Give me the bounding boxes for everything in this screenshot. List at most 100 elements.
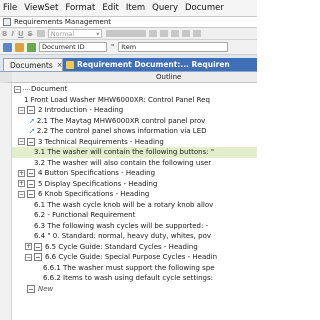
menu-bar: File ViewSet Format Edit Item Query Docu… bbox=[0, 0, 257, 16]
item-field[interactable]: Item bbox=[118, 42, 229, 52]
expand-icon[interactable]: + bbox=[18, 180, 25, 188]
outline-row[interactable]: 3.2 The washer will also contain the fol… bbox=[12, 158, 257, 169]
outline-tree: − Document 1 Front Load Washer MHW6000XR… bbox=[12, 83, 257, 320]
outline-row-text: 3.2 The washer will also contain the fol… bbox=[34, 158, 212, 167]
outline-row-document[interactable]: − Document bbox=[12, 84, 257, 95]
outline-row[interactable]: 1 Front Load Washer MHW6000XR: Control P… bbox=[12, 95, 257, 106]
outline-row[interactable]: − 6.6 Cycle Guide: Special Purpose Cycle… bbox=[12, 252, 257, 263]
outline-row-text: New bbox=[38, 284, 54, 293]
menu-query[interactable]: Query bbox=[152, 3, 178, 13]
item-field-label: Item bbox=[121, 43, 137, 51]
outline-row[interactable]: − 2 Introduction - Heading bbox=[12, 105, 257, 116]
format-toolbar: B I U S Normal ▾ bbox=[0, 28, 257, 40]
align-center-icon[interactable] bbox=[160, 30, 169, 37]
module-icon bbox=[3, 18, 11, 26]
row-gutter bbox=[0, 83, 12, 320]
outline-row-selected[interactable]: 3.1 The washer will contain the followin… bbox=[12, 147, 257, 158]
tab-requirement-document[interactable]: Requirement Document:... Requiren bbox=[63, 58, 257, 71]
outline-row[interactable]: ➚ 2.2 The control panel shows informatio… bbox=[12, 126, 257, 137]
outline-row[interactable]: 6.6.2 Items to wash using default cycle … bbox=[12, 273, 257, 284]
menu-item[interactable]: Item bbox=[126, 3, 145, 13]
outline-row-text: 6.5 Cycle Guide: Standard Cycles - Headi… bbox=[45, 242, 198, 251]
document-id-field[interactable]: Document ID bbox=[39, 42, 107, 52]
collapse-icon[interactable]: − bbox=[25, 253, 32, 261]
outline-row-text: 1 Front Load Washer MHW6000XR: Control P… bbox=[24, 95, 210, 104]
outline-row-text: 6.2 - Functional Requirement bbox=[34, 211, 136, 220]
requirement-document-icon bbox=[66, 60, 74, 69]
outline-row-text: Document bbox=[31, 85, 68, 94]
outline-row-text: 3 Technical Requirements - Heading bbox=[38, 137, 164, 146]
menu-file[interactable]: File bbox=[3, 3, 17, 13]
expand-icon[interactable]: + bbox=[25, 243, 32, 251]
heading-icon bbox=[27, 190, 35, 199]
outline-row[interactable]: ➚ 2.1 The Maytag MHW6000XR control panel… bbox=[12, 116, 257, 127]
underline-button[interactable]: U bbox=[18, 30, 24, 38]
list-icon[interactable] bbox=[171, 30, 180, 37]
collapse-icon[interactable]: − bbox=[18, 190, 25, 198]
tab-documents-label: Documents bbox=[10, 60, 53, 70]
tree-connector bbox=[23, 88, 30, 90]
outline-row[interactable]: − 6 Knob Specifications - Heading bbox=[12, 189, 257, 200]
collapse-icon[interactable]: − bbox=[18, 106, 25, 114]
outline-row-text: 4 Button Specifications - Heading bbox=[38, 169, 156, 178]
outline-header-label: Outline bbox=[156, 73, 182, 81]
outline-header: Outline bbox=[0, 72, 257, 83]
menu-format[interactable]: Format bbox=[65, 3, 95, 13]
outline-row-new[interactable]: New bbox=[12, 284, 257, 295]
heading-icon bbox=[34, 242, 42, 251]
indent-icon[interactable] bbox=[182, 30, 191, 37]
heading-icon bbox=[34, 253, 42, 262]
link-arrow-icon: ➚ bbox=[29, 127, 35, 136]
heading-icon bbox=[27, 284, 35, 293]
outline-row[interactable]: 6.3 The following wash cycles will be su… bbox=[12, 221, 257, 232]
document-toolbar: Document ID " Item bbox=[0, 40, 257, 55]
outline-row[interactable]: 6.2 - Functional Requirement bbox=[12, 210, 257, 221]
tab-documents[interactable]: Documents × bbox=[3, 58, 63, 71]
text-color-icon[interactable] bbox=[36, 30, 45, 37]
italic-button[interactable]: I bbox=[11, 30, 14, 38]
font-select-icon[interactable] bbox=[106, 30, 147, 37]
outline-row-text: 3.1 The washer will contain the followin… bbox=[34, 148, 215, 157]
outline-row-text: 6.4 " 0. Standard: normal, heavy duty, w… bbox=[34, 232, 211, 241]
item-quote-label: " bbox=[111, 43, 115, 51]
outline-row-text: 2 Introduction - Heading bbox=[38, 106, 124, 115]
menu-viewset[interactable]: ViewSet bbox=[24, 3, 58, 13]
close-icon[interactable]: × bbox=[57, 61, 63, 69]
tab-strip: Documents × Requirement Document:... Req… bbox=[0, 55, 257, 72]
outline-row-text: 6.1 The wash cycle knob will be a rotary… bbox=[34, 200, 214, 209]
style-select-value: Normal bbox=[50, 29, 75, 38]
outline-row-text: 6.6.1 The washer must support the follow… bbox=[43, 263, 215, 272]
document-id-label: Document ID bbox=[42, 43, 85, 51]
module-title-bar: Requirements Management bbox=[0, 16, 257, 28]
outline-row[interactable]: + 4 Button Specifications - Heading bbox=[12, 168, 257, 179]
outline-row[interactable]: 6.6.1 The washer must support the follow… bbox=[12, 263, 257, 274]
outline-row[interactable]: + 5 Display Specifications - Heading bbox=[12, 179, 257, 190]
heading-icon bbox=[27, 169, 35, 178]
module-title: Requirements Management bbox=[14, 18, 112, 26]
collapse-icon[interactable]: − bbox=[14, 85, 21, 93]
outline-row[interactable]: + 6.5 Cycle Guide: Standard Cycles - Hea… bbox=[12, 242, 257, 253]
collapse-icon[interactable]: − bbox=[18, 138, 25, 146]
menu-edit[interactable]: Edit bbox=[102, 3, 118, 13]
menu-document[interactable]: Documer bbox=[185, 3, 224, 13]
outline-row-text: 2.1 The Maytag MHW6000XR control panel p… bbox=[36, 116, 206, 125]
strikethrough-button[interactable]: S bbox=[28, 30, 33, 38]
heading-icon bbox=[27, 106, 35, 115]
outline-row-text: 6.3 The following wash cycles will be su… bbox=[34, 221, 209, 230]
new-document-icon[interactable] bbox=[3, 42, 12, 52]
align-left-icon[interactable] bbox=[149, 30, 158, 37]
expand-icon[interactable]: + bbox=[18, 169, 25, 177]
table-icon[interactable] bbox=[193, 30, 202, 37]
save-document-icon[interactable] bbox=[27, 42, 36, 52]
style-select[interactable]: Normal ▾ bbox=[47, 29, 103, 38]
outline-row[interactable]: 6.4 " 0. Standard: normal, heavy duty, w… bbox=[12, 231, 257, 242]
outline-row[interactable]: − 3 Technical Requirements - Heading bbox=[12, 137, 257, 148]
heading-icon bbox=[27, 137, 35, 146]
outline-row-text: 2.2 The control panel shows information … bbox=[36, 127, 207, 136]
link-arrow-icon: ➚ bbox=[29, 116, 35, 125]
outline-row[interactable]: 6.1 The wash cycle knob will be a rotary… bbox=[12, 200, 257, 211]
outline-row-text: 6 Knob Specifications - Heading bbox=[38, 190, 150, 199]
open-document-icon[interactable] bbox=[15, 42, 24, 52]
bold-button[interactable]: B bbox=[2, 30, 7, 38]
outline-row-text: 6.6.2 Items to wash using default cycle … bbox=[43, 274, 213, 283]
